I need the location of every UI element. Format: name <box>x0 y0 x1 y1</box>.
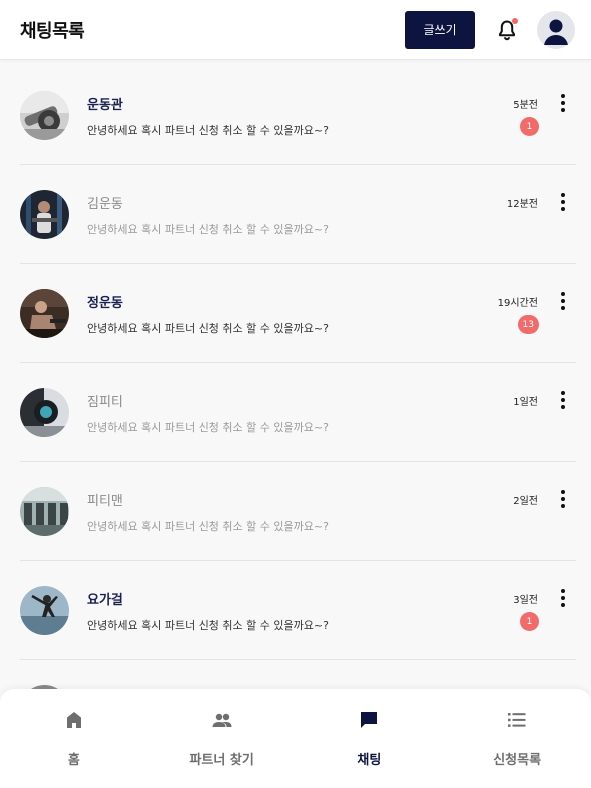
nav-home[interactable]: 홈 <box>0 689 148 788</box>
chat-item[interactable]: 운동관 안녕하세요 혹시 파트너 신청 취소 할 수 있을까요~? 5분전 1 <box>20 66 576 165</box>
nav-chat[interactable]: 채팅 <box>296 689 444 788</box>
chat-avatar <box>20 586 69 635</box>
chat-message: 안녕하세요 혹시 파트너 신청 취소 할 수 있을까요~? <box>87 322 329 335</box>
chat-message: 안녕하세요 혹시 파트너 신청 취소 할 수 있을까요~? <box>87 124 329 137</box>
chat-name: 김운동 <box>87 197 123 212</box>
notification-button[interactable] <box>495 17 519 42</box>
chat-time: 2일전 <box>513 496 538 507</box>
more-options-button[interactable] <box>558 292 568 310</box>
unread-badge: 1 <box>520 612 539 631</box>
chat-avatar <box>20 388 69 437</box>
chat-avatar <box>20 190 69 239</box>
nav-label: 신청목록 <box>493 753 542 768</box>
user-icon <box>544 19 568 45</box>
chat-name: 정운동 <box>87 296 123 311</box>
chat-name: 운동관 <box>87 98 123 113</box>
chat-item[interactable]: 정운동 안녕하세요 혹시 파트너 신청 취소 할 수 있을까요~? 19시간전 … <box>20 264 576 363</box>
more-options-button[interactable] <box>558 490 568 508</box>
more-dot <box>561 596 565 600</box>
more-dot <box>561 299 565 303</box>
chat-time: 19시간전 <box>497 298 538 309</box>
app: 채팅목록 글쓰기 운동관 안녕하세요 혹시 파트너 신청 취소 할 수 있을까요… <box>0 0 591 788</box>
more-dot <box>561 589 565 593</box>
more-dot <box>561 292 565 296</box>
more-options-button[interactable] <box>558 391 568 409</box>
chat-list: 운동관 안녕하세요 혹시 파트너 신청 취소 할 수 있을까요~? 5분전 1 … <box>0 66 591 759</box>
more-dot <box>561 497 565 501</box>
more-dot <box>561 490 565 494</box>
nav-application-list[interactable]: 신청목록 <box>443 689 591 788</box>
chat-message: 안녕하세요 혹시 파트너 신청 취소 할 수 있을까요~? <box>87 421 329 434</box>
more-dot <box>561 207 565 211</box>
nav-label: 홈 <box>67 753 80 768</box>
more-dot <box>561 94 565 98</box>
chat-item[interactable]: 김운동 안녕하세요 혹시 파트너 신청 취소 할 수 있을까요~? 12분전 <box>20 165 576 264</box>
chat-message: 안녕하세요 혹시 파트너 신청 취소 할 수 있을까요~? <box>87 223 329 236</box>
chat-name: 짐피티 <box>87 395 123 410</box>
unread-badge: 13 <box>517 315 539 334</box>
bottom-nav: 홈 파트너 찾기 채팅 신청목록 <box>0 689 591 788</box>
more-dot <box>561 200 565 204</box>
chat-icon <box>361 712 378 728</box>
chat-item[interactable]: 짐피티 안녕하세요 혹시 파트너 신청 취소 할 수 있을까요~? 1일전 <box>20 363 576 462</box>
nav-label: 파트너 찾기 <box>189 753 254 768</box>
chat-time: 1일전 <box>513 397 538 408</box>
more-dot <box>561 398 565 402</box>
more-dot <box>561 101 565 105</box>
chat-time: 5분전 <box>513 100 538 111</box>
more-dot <box>561 108 565 112</box>
more-dot <box>561 306 565 310</box>
more-options-button[interactable] <box>558 193 568 211</box>
notification-dot <box>512 17 518 24</box>
chat-message: 안녕하세요 혹시 파트너 신청 취소 할 수 있을까요~? <box>87 520 329 533</box>
chat-item[interactable]: 피티맨 안녕하세요 혹시 파트너 신청 취소 할 수 있을까요~? 2일전 <box>20 462 576 561</box>
chat-message: 안녕하세요 혹시 파트너 신청 취소 할 수 있을까요~? <box>87 619 329 632</box>
more-options-button[interactable] <box>558 589 568 607</box>
people-icon <box>212 713 232 727</box>
nav-label: 채팅 <box>357 753 382 768</box>
more-dot <box>561 193 565 197</box>
more-dot <box>561 504 565 508</box>
more-dot <box>561 391 565 395</box>
chat-time: 3일전 <box>513 595 538 606</box>
chat-avatar <box>20 91 69 140</box>
chat-avatar <box>20 289 69 338</box>
chat-avatar <box>20 487 69 536</box>
chat-item[interactable]: 요가걸 안녕하세요 혹시 파트너 신청 취소 할 수 있을까요~? 3일전 1 <box>20 561 576 660</box>
chat-name: 요가걸 <box>87 593 123 608</box>
more-dot <box>561 405 565 409</box>
write-button[interactable]: 글쓰기 <box>405 10 475 49</box>
chat-time: 12분전 <box>506 199 538 210</box>
profile-avatar[interactable] <box>537 10 575 49</box>
more-dot <box>561 603 565 607</box>
page-title: 채팅목록 <box>20 20 85 42</box>
more-options-button[interactable] <box>558 94 568 112</box>
list-icon <box>508 713 526 727</box>
unread-badge: 1 <box>520 117 539 136</box>
chat-name: 피티맨 <box>87 494 123 509</box>
nav-partner-search[interactable]: 파트너 찾기 <box>148 689 296 788</box>
header: 채팅목록 글쓰기 <box>0 0 591 60</box>
home-icon <box>66 712 81 728</box>
